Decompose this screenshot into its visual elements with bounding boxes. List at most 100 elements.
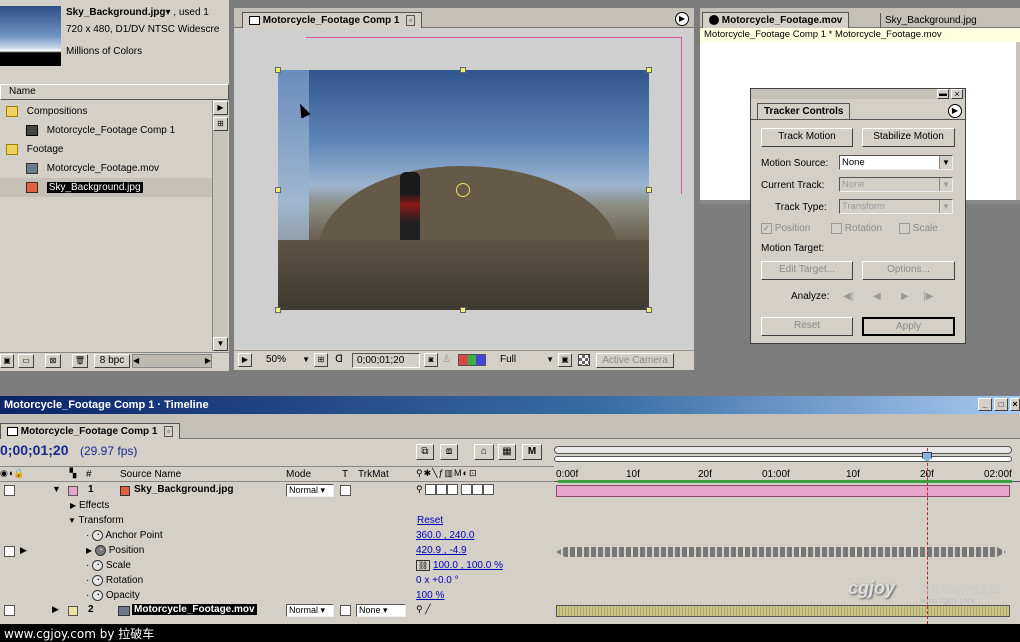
panel-menu-arrow-icon[interactable]: ▶	[213, 101, 228, 115]
prop-rotation[interactable]: · ◔ Rotation	[86, 575, 143, 586]
ram-preview-icon[interactable]: ⧈	[440, 444, 458, 460]
motion-source-dropdown[interactable]: None ▼	[839, 155, 953, 170]
tab-timeline-comp[interactable]: Motorcycle_Footage Comp 1 ▫	[0, 423, 181, 439]
flowchart-icon[interactable]: ⊞	[213, 117, 228, 131]
stopwatch-active-icon[interactable]: ◔	[94, 545, 106, 556]
layer-row-1[interactable]: ▼ 1 Sky_Background.jpg Normal ▾ ⚲	[0, 484, 554, 498]
stopwatch-icon[interactable]: ◔	[92, 560, 104, 571]
interpret-footage-icon[interactable]: ▣	[0, 354, 14, 368]
panel-menu-icon[interactable]: ▶	[675, 12, 689, 26]
frame-blending-icon[interactable]: ▦	[498, 444, 516, 460]
comp-flowchart-icon[interactable]: ⧉	[416, 444, 434, 460]
edit-target-button[interactable]: Edit Target...	[761, 261, 853, 280]
active-camera-dropdown[interactable]: Active Camera	[596, 353, 674, 368]
name-column-header[interactable]: Name	[0, 84, 229, 100]
analyze-back-1-frame-icon[interactable]: ◀|	[843, 291, 853, 302]
bpc-button[interactable]: 8 bpc	[94, 354, 130, 368]
stabilize-motion-button[interactable]: Stabilize Motion	[862, 128, 955, 147]
trkmat-column[interactable]: TrkMat	[358, 469, 389, 480]
resolution-dropdown[interactable]: Full ▼	[496, 353, 554, 367]
new-folder-icon[interactable]: ▭	[18, 354, 34, 368]
panel-menu-icon[interactable]: ▶	[948, 104, 962, 118]
layer-2-trkmat-dropdown[interactable]: None ▾	[356, 604, 406, 617]
title-action-safe-icon[interactable]: ⊞	[314, 353, 328, 367]
analyze-backward-icon[interactable]: ◀	[873, 291, 881, 302]
reset-button[interactable]: Reset	[761, 317, 853, 336]
layer-1-switches[interactable]: ⚲	[416, 484, 494, 496]
snapshot-icon[interactable]: ◙	[424, 353, 438, 367]
position-keyframes[interactable]	[556, 547, 1006, 557]
trash-icon[interactable]: 🗑	[72, 354, 88, 368]
new-comp-icon[interactable]: ⊠	[45, 354, 61, 368]
list-item-movie[interactable]: Motorcycle_Footage.mov	[26, 159, 159, 178]
minimize-icon[interactable]: _	[978, 398, 992, 411]
apply-button[interactable]: Apply	[862, 317, 955, 336]
tab-motorcycle-footage[interactable]: Motorcycle_Footage.mov	[702, 12, 850, 28]
layer-2-duration-bar[interactable]	[556, 605, 1010, 617]
opacity-value[interactable]: 100 %	[416, 590, 444, 601]
layer-2-mode-dropdown[interactable]: Normal ▾	[286, 604, 334, 617]
track-point-icon[interactable]	[456, 183, 470, 197]
mode-column[interactable]: Mode	[286, 469, 311, 480]
transform-row[interactable]: ▼ Transform	[68, 515, 124, 526]
list-item-sky-selected[interactable]: Sky_Background.jpg	[0, 178, 212, 197]
source-name-column[interactable]: Source Name	[120, 469, 181, 480]
track-motion-button[interactable]: Track Motion	[761, 128, 853, 147]
zoom-dropdown[interactable]: 50% ▼	[260, 353, 310, 367]
stopwatch-icon[interactable]: ◔	[92, 590, 104, 601]
stopwatch-icon[interactable]: ◔	[92, 575, 104, 586]
close-icon[interactable]: ×	[951, 89, 963, 99]
stopwatch-icon[interactable]: ◔	[92, 530, 104, 541]
tab-sky-background[interactable]: Sky_Background.jpg	[880, 13, 977, 28]
layer-2-switches[interactable]: ⚲ ╱	[416, 604, 431, 615]
list-item-compositions[interactable]: Compositions	[6, 102, 87, 121]
motion-blur-icon[interactable]: M	[522, 444, 542, 460]
show-snapshot-icon[interactable]: ♙	[442, 353, 454, 367]
constrain-proportions-icon[interactable]: ⛓	[416, 560, 431, 571]
rgb-channels-icon[interactable]	[458, 354, 486, 366]
tab-comp[interactable]: Motorcycle_Footage Comp 1 ▫	[242, 12, 423, 28]
label-color-swatch[interactable]	[68, 486, 78, 496]
prop-opacity[interactable]: · ◔ Opacity	[86, 590, 140, 601]
always-preview-icon[interactable]: ▶	[238, 353, 252, 367]
options-button[interactable]: Options...	[862, 261, 955, 280]
close-icon[interactable]: ×	[1010, 398, 1020, 411]
track-type-dropdown[interactable]: Transform ▼	[839, 199, 953, 214]
timeline-current-time[interactable]: 0;00;01;20	[0, 442, 69, 458]
current-time-display[interactable]: 0;00;01;20	[352, 353, 420, 368]
position-value[interactable]: 420.9 , -4.9	[416, 545, 467, 556]
prop-scale[interactable]: · ◔ Scale	[86, 560, 131, 571]
scale-checkbox[interactable]: Scale	[899, 223, 938, 234]
layer-row-2[interactable]: ▶ 2 Motorcycle_Footage.mov Normal ▾ None…	[0, 604, 554, 618]
layer-1-duration-bar[interactable]	[556, 485, 1010, 497]
scale-value[interactable]: ⛓ 100.0 , 100.0 %	[416, 560, 503, 571]
transparency-grid-icon[interactable]	[578, 354, 590, 366]
list-item-comp[interactable]: Motorcycle_Footage Comp 1	[26, 121, 175, 140]
analyze-forward-1-frame-icon[interactable]: |▶	[923, 291, 933, 302]
current-track-dropdown[interactable]: None ▼	[839, 177, 953, 192]
work-area-bar[interactable]	[554, 446, 1012, 454]
region-of-interest-icon[interactable]: ▣	[558, 353, 572, 367]
analyze-forward-icon[interactable]: ▶	[901, 291, 909, 302]
prop-anchor-point[interactable]: · ◔ Anchor Point	[86, 530, 163, 541]
horizontal-scrollbar[interactable]: ◀ ▶	[132, 354, 212, 368]
rotation-value[interactable]: 0 x +0.0 °	[416, 575, 459, 586]
shy-layers-icon[interactable]: ⌂	[474, 444, 494, 460]
project-scrollbar[interactable]: ▶ ⊞ ▼	[212, 101, 228, 351]
time-navigator[interactable]	[554, 456, 1012, 462]
layer-1-mode-dropdown[interactable]: Normal ▾	[286, 484, 334, 497]
anchor-point-value[interactable]: 360.0 , 240.0	[416, 530, 474, 541]
position-checkbox[interactable]: ✓ Position	[761, 223, 810, 234]
label-color-swatch[interactable]	[68, 606, 78, 616]
comp-viewer[interactable]	[234, 29, 694, 349]
rotation-checkbox[interactable]: Rotation	[831, 223, 882, 234]
scroll-down-icon[interactable]: ▼	[213, 337, 228, 351]
mask-icon[interactable]: ᗡ	[332, 353, 346, 367]
maximize-icon[interactable]: □	[994, 398, 1008, 411]
effects-row[interactable]: ▶ Effects	[70, 500, 109, 511]
minimize-icon[interactable]: ▬	[937, 89, 949, 99]
transform-reset-link[interactable]: Reset	[417, 515, 443, 526]
prop-position[interactable]: ▶ ▶ ◔ Position	[0, 545, 554, 559]
tracker-tab[interactable]: Tracker Controls	[757, 103, 851, 119]
list-item-footage[interactable]: Footage	[6, 140, 63, 159]
